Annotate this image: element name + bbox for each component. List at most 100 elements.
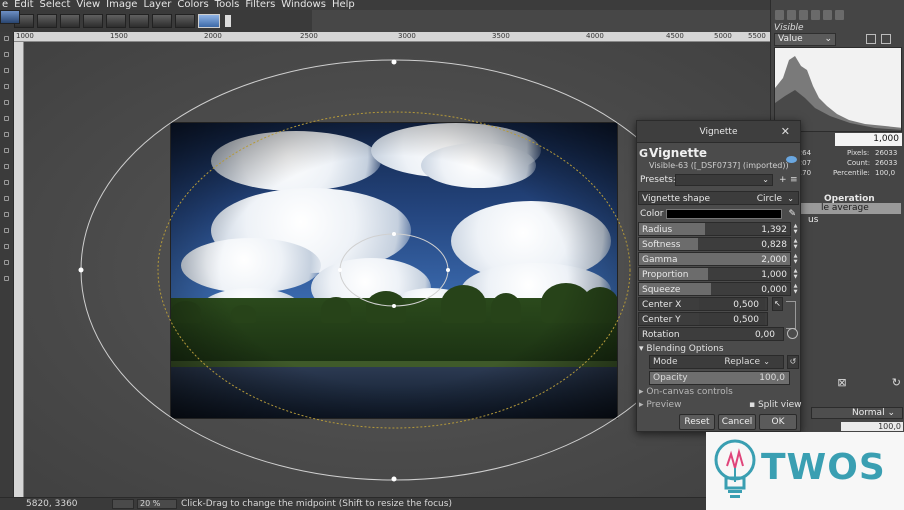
spin-arrows-icon[interactable]: ▲ ▼	[792, 283, 799, 295]
rotation-slider[interactable]: Rotation 0,00	[638, 327, 784, 341]
preview-row[interactable]: ▸ Preview ▪ Split view	[639, 399, 802, 412]
menu-layer[interactable]: Layer	[141, 0, 175, 10]
close-icon[interactable]: ✕	[781, 121, 790, 143]
redo-icon[interactable]: ↻	[892, 376, 901, 390]
tool-icon[interactable]	[4, 36, 9, 41]
image-tab[interactable]	[152, 14, 172, 28]
tool-icon[interactable]	[4, 196, 9, 201]
blend-opacity-slider[interactable]: Opacity 100,0	[649, 371, 790, 385]
split-view-checkbox[interactable]: ▪ Split view	[749, 399, 802, 412]
center-x-label: Center X	[642, 300, 682, 310]
image-tab[interactable]	[175, 14, 195, 28]
on-canvas-controls-expander[interactable]: ▸ On-canvas controls	[639, 386, 799, 399]
dialog-buttons: Reset Cancel OK	[679, 414, 800, 430]
image-tab[interactable]	[0, 10, 20, 24]
reset-button[interactable]: Reset	[679, 414, 715, 430]
menu-tools[interactable]: Tools	[213, 0, 244, 10]
dock-tab[interactable]	[811, 10, 820, 20]
tool-icon[interactable]	[4, 100, 9, 105]
image-tab[interactable]	[60, 14, 80, 28]
unit-selector[interactable]	[112, 499, 134, 509]
tool-icon[interactable]	[4, 244, 9, 249]
cancel-button[interactable]: Cancel	[718, 414, 756, 430]
pixels-value: 26033	[875, 149, 898, 157]
radius-slider[interactable]: Radius 1,392	[638, 222, 791, 236]
layer-mode-value: Normal	[852, 408, 885, 418]
dialog-titlebar[interactable]: Vignette ✕	[637, 121, 800, 143]
filter-target: Visible-63 ([_DSF0737] (imported))	[649, 161, 789, 170]
preset-menu-icon[interactable]: ≡	[790, 173, 798, 187]
presets-combo[interactable]: ⌄	[675, 174, 773, 186]
log-histogram-icon[interactable]	[881, 34, 891, 44]
tool-icon[interactable]	[4, 164, 9, 169]
menu-file[interactable]: e	[0, 0, 12, 10]
tool-icon[interactable]	[4, 132, 9, 137]
ruler-label: 4500	[666, 32, 684, 40]
layer-mode-select[interactable]: Normal ⌄	[811, 407, 903, 419]
tool-icon[interactable]	[4, 260, 9, 265]
channel-select[interactable]: Value ⌄	[774, 33, 836, 46]
tool-icon[interactable]	[4, 148, 9, 153]
dock-tab[interactable]	[799, 10, 808, 20]
spin-arrows-icon[interactable]: ▲ ▼	[792, 223, 799, 235]
menubar: e Edit Select View Image Layer Colors To…	[0, 0, 770, 10]
color-swatch[interactable]	[666, 209, 782, 219]
chevron-down-icon: ⌄	[787, 194, 794, 203]
menu-edit[interactable]: Edit	[12, 0, 37, 10]
tool-icon[interactable]	[4, 116, 9, 121]
image-tab[interactable]	[83, 14, 103, 28]
dock-tab[interactable]	[823, 10, 832, 20]
menu-help[interactable]: Help	[330, 0, 359, 10]
tool-icon[interactable]	[4, 180, 9, 185]
tool-icon[interactable]	[4, 68, 9, 73]
menu-image[interactable]: Image	[104, 0, 141, 10]
menu-windows[interactable]: Windows	[279, 0, 330, 10]
blend-mode-combo[interactable]: Mode Replace ⌄	[649, 355, 784, 369]
add-preset-icon[interactable]: +	[779, 173, 787, 187]
tool-icon[interactable]	[4, 276, 9, 281]
menu-select[interactable]: Select	[38, 0, 75, 10]
menu-filters[interactable]: Filters	[243, 0, 279, 10]
photo-layer[interactable]	[170, 122, 618, 419]
gamma-slider[interactable]: Gamma 2,000	[638, 252, 791, 266]
softness-slider[interactable]: Softness 0,828	[638, 237, 791, 251]
histogram-range-spin[interactable]: 1,000	[835, 133, 902, 146]
proportion-slider[interactable]: Proportion 1,000	[638, 267, 791, 281]
tool-icon[interactable]	[4, 228, 9, 233]
linear-histogram-icon[interactable]	[866, 34, 876, 44]
tabs-menu-icon[interactable]	[225, 15, 231, 27]
dock-tab[interactable]	[787, 10, 796, 20]
zoom-selector[interactable]: 20 %	[137, 499, 177, 509]
tool-icon[interactable]	[4, 84, 9, 89]
mode-options-icon[interactable]: ↺	[787, 355, 799, 369]
spin-arrows-icon[interactable]: ▲ ▼	[792, 253, 799, 265]
clear-icon[interactable]: ⊠	[837, 376, 846, 390]
ruler-label: 2500	[300, 32, 318, 40]
status-bar: 5820, 3360 20 % Click-Drag to change the…	[0, 497, 770, 510]
eye-icon[interactable]	[786, 156, 797, 163]
vignette-shape-combo[interactable]: Vignette shape Circle ⌄	[638, 191, 799, 205]
pointer-coordinates: 5820, 3360	[26, 499, 78, 509]
center-x-field[interactable]: Center X 0,500	[638, 297, 768, 311]
layer-opacity-bar[interactable]: 100,0	[841, 422, 903, 431]
center-y-field[interactable]: Center Y 0,500	[638, 312, 768, 326]
horizontal-ruler[interactable]: 1000 1500 2000 2500 3000 3500 4000 4500 …	[14, 32, 770, 42]
menu-view[interactable]: View	[74, 0, 104, 10]
vertical-ruler[interactable]	[14, 42, 24, 497]
image-tab[interactable]	[129, 14, 149, 28]
spin-arrows-icon[interactable]: ▲ ▼	[792, 238, 799, 250]
dock-tab[interactable]	[835, 10, 844, 20]
squeeze-slider[interactable]: Squeeze 0,000	[638, 282, 791, 296]
pick-center-icon[interactable]: ↖	[772, 297, 783, 311]
ok-button[interactable]: OK	[759, 414, 797, 430]
color-picker-icon[interactable]: ✎	[788, 207, 796, 221]
tool-icon[interactable]	[4, 52, 9, 57]
spin-arrows-icon[interactable]: ▲ ▼	[792, 268, 799, 280]
tool-icon[interactable]	[4, 212, 9, 217]
image-tab-active[interactable]	[198, 14, 220, 28]
dock-tab[interactable]	[775, 10, 784, 20]
menu-colors[interactable]: Colors	[175, 0, 212, 10]
image-tab[interactable]	[106, 14, 126, 28]
image-tab[interactable]	[37, 14, 57, 28]
reset-rotation-icon[interactable]	[787, 328, 798, 339]
